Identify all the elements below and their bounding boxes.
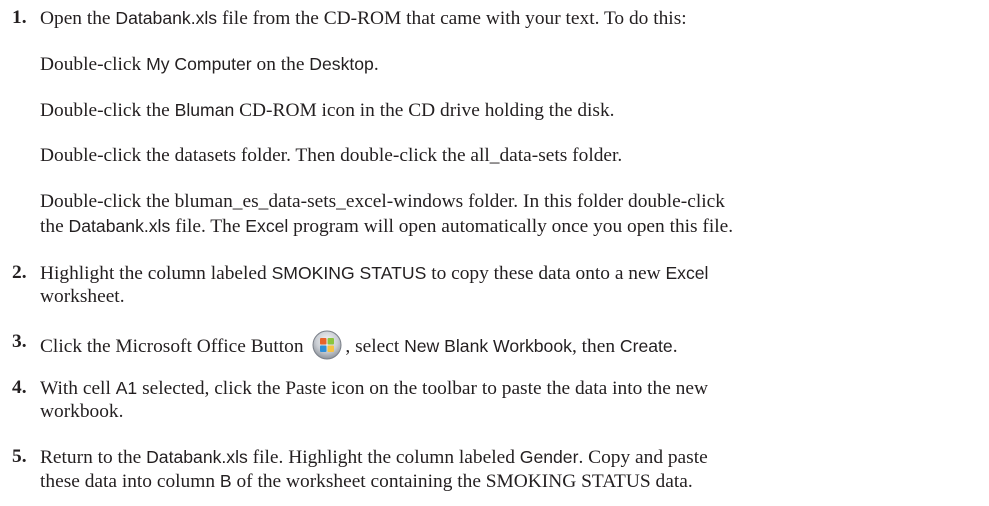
step-5-line-1: Return to the Databank.xls file. Highlig…	[40, 447, 708, 468]
instruction-document: 1. Open the Databank.xls file from the C…	[0, 0, 989, 506]
step-number: 2.	[12, 262, 27, 283]
step-2-line-1: Highlight the column labeled SMOKING STA…	[40, 263, 709, 284]
step-number: 1.	[12, 7, 27, 28]
step-5-line-2: these data into column B of the workshee…	[40, 471, 693, 492]
substep-4-line-1: Double-click the bluman_es_data-sets_exc…	[40, 191, 725, 212]
file-name: Databank.xls	[115, 8, 218, 28]
step-4-line-1: With cell A1 selected, click the Paste i…	[40, 378, 708, 399]
substep-4-line-2: the Databank.xls file. The Excel program…	[40, 216, 734, 237]
step-number: 5.	[12, 446, 27, 467]
step-1-line-1: Open the Databank.xls file from the CD-R…	[40, 8, 687, 29]
step-2-line-2: worksheet.	[40, 286, 125, 307]
substep-3: Double-click the datasets folder. Then d…	[40, 145, 623, 166]
step-4-line-2: workbook.	[40, 401, 124, 422]
substep-1: Double-click My Computer on the Desktop.	[40, 54, 379, 75]
microsoft-office-button-icon	[312, 330, 342, 360]
substep-2: Double-click the Bluman CD-ROM icon in t…	[40, 100, 615, 121]
step-number: 3.	[12, 331, 27, 352]
step-3-line-1: Click the Microsoft Office Button , sele…	[40, 330, 678, 360]
step-number: 4.	[12, 377, 27, 398]
